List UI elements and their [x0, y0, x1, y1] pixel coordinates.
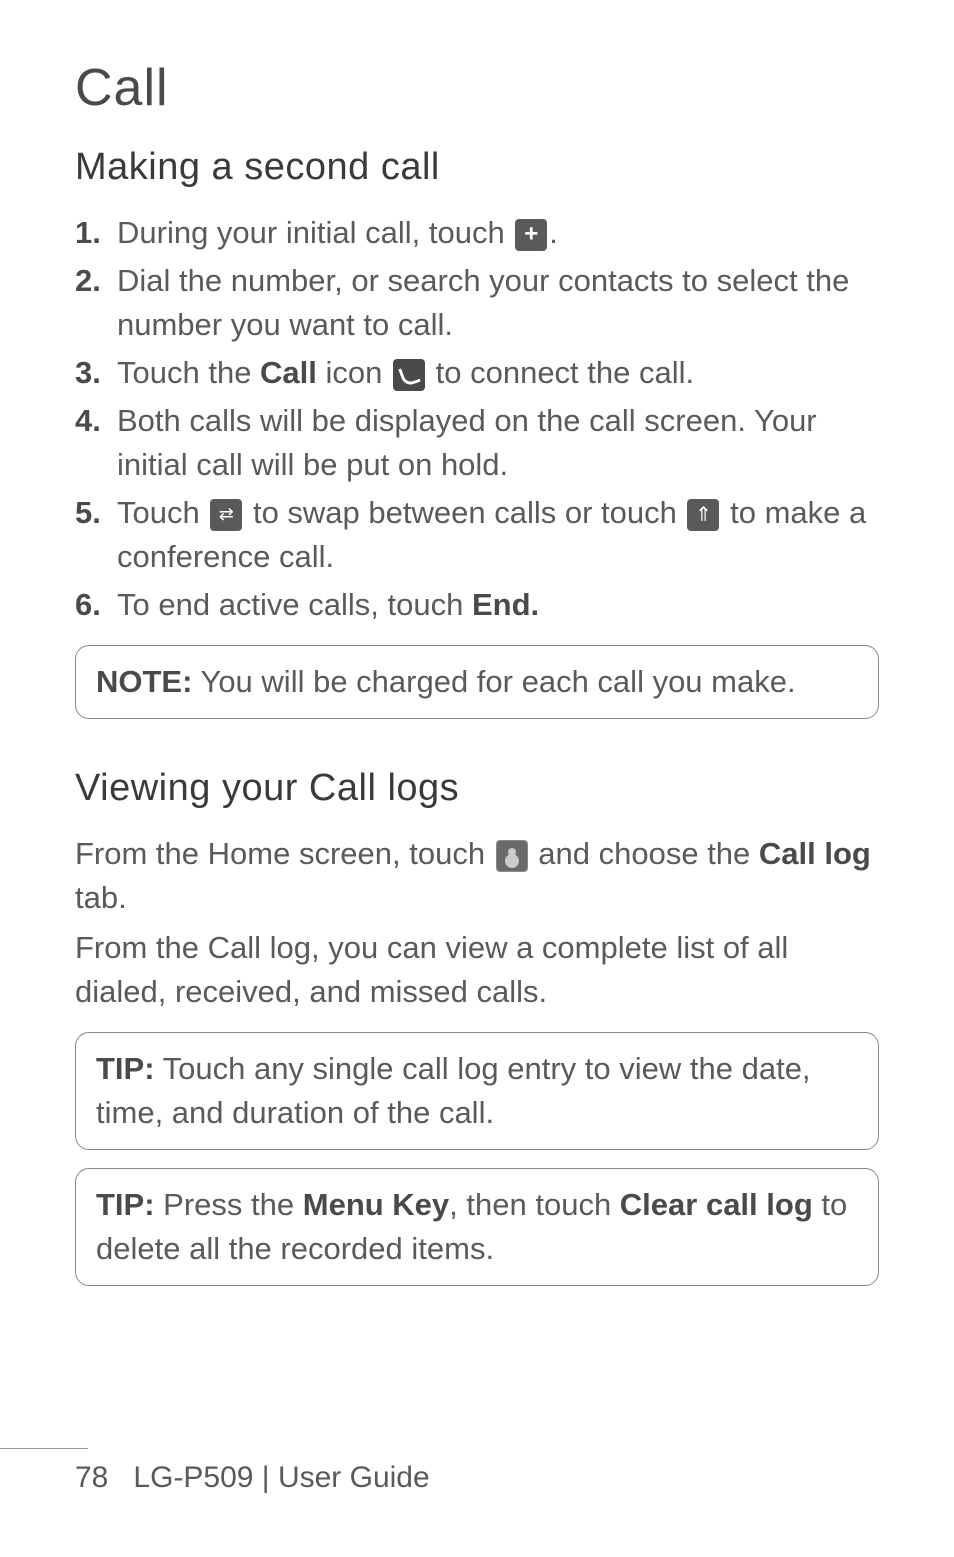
guide-label: User Guide — [278, 1461, 430, 1494]
clear-call-log-label: Clear call log — [620, 1187, 813, 1222]
add-call-icon — [515, 219, 547, 251]
tip-mid: , then touch — [449, 1187, 620, 1222]
step-6: 6. To end active calls, touch End. — [75, 583, 879, 627]
step-number: 2. — [75, 259, 101, 303]
menu-key-label: Menu Key — [303, 1187, 449, 1222]
para-text-post: and choose the — [530, 836, 759, 871]
tip-pre: Press the — [155, 1187, 303, 1222]
contacts-icon — [496, 840, 528, 872]
merge-calls-icon — [687, 499, 719, 531]
step-text: Dial the number, or search your contacts… — [117, 263, 849, 342]
step-text-mid: icon — [317, 355, 391, 390]
page-title: Call — [75, 58, 879, 118]
footer-text: 78 LG-P509 | User Guide — [0, 1461, 954, 1495]
swap-calls-icon — [210, 499, 242, 531]
step-2: 2. Dial the number, or search your conta… — [75, 259, 879, 347]
step-text-pre: Touch the — [117, 355, 260, 390]
note-text: NOTE: You will be charged for each call … — [96, 660, 858, 704]
note-body: You will be charged for each call you ma… — [192, 664, 795, 699]
call-icon — [393, 359, 425, 391]
footer-divider-line — [0, 1448, 88, 1449]
step-text-mid: to swap between calls or touch — [244, 495, 685, 530]
page-number: 78 — [75, 1461, 108, 1494]
step-4: 4. Both calls will be displayed on the c… — [75, 399, 879, 487]
tip-text: TIP: Press the Menu Key, then touch Clea… — [96, 1183, 858, 1271]
call-log-para-1: From the Home screen, touch and choose t… — [75, 832, 879, 920]
model-name: LG-P509 — [133, 1461, 253, 1494]
step-number: 1. — [75, 211, 101, 255]
tip-label: TIP: — [96, 1051, 155, 1086]
step-text-post: to connect the call. — [427, 355, 694, 390]
step-5: 5. Touch to swap between calls or touch … — [75, 491, 879, 579]
para-text-pre: From the Home screen, touch — [75, 836, 494, 871]
tip-box-1: TIP: Touch any single call log entry to … — [75, 1032, 879, 1150]
step-text-pre: Touch — [117, 495, 208, 530]
step-1: 1. During your initial call, touch . — [75, 211, 879, 255]
section-heading-making-second-call: Making a second call — [75, 146, 879, 189]
call-log-label: Call log — [759, 836, 871, 871]
tip-label: TIP: — [96, 1187, 155, 1222]
note-label: NOTE: — [96, 664, 192, 699]
note-box: NOTE: You will be charged for each call … — [75, 645, 879, 719]
step-number: 6. — [75, 583, 101, 627]
section-heading-viewing-call-logs: Viewing your Call logs — [75, 767, 879, 810]
footer-divider: | — [253, 1461, 277, 1494]
tip-box-2: TIP: Press the Menu Key, then touch Clea… — [75, 1168, 879, 1286]
step-text-pre: To end active calls, touch — [117, 587, 472, 622]
call-log-para-2: From the Call log, you can view a comple… — [75, 926, 879, 1014]
step-text: Both calls will be displayed on the call… — [117, 403, 817, 482]
call-label: Call — [260, 355, 317, 390]
step-number: 4. — [75, 399, 101, 443]
step-text-end: . — [549, 215, 558, 250]
step-number: 3. — [75, 351, 101, 395]
tip-text: TIP: Touch any single call log entry to … — [96, 1047, 858, 1135]
para-text-end: tab. — [75, 880, 127, 915]
tip-body: Touch any single call log entry to view … — [96, 1051, 811, 1130]
step-3: 3. Touch the Call icon to connect the ca… — [75, 351, 879, 395]
end-label: End. — [472, 587, 539, 622]
step-text: During your initial call, touch — [117, 215, 513, 250]
step-number: 5. — [75, 491, 101, 535]
page-footer: 78 LG-P509 | User Guide — [0, 1448, 954, 1495]
